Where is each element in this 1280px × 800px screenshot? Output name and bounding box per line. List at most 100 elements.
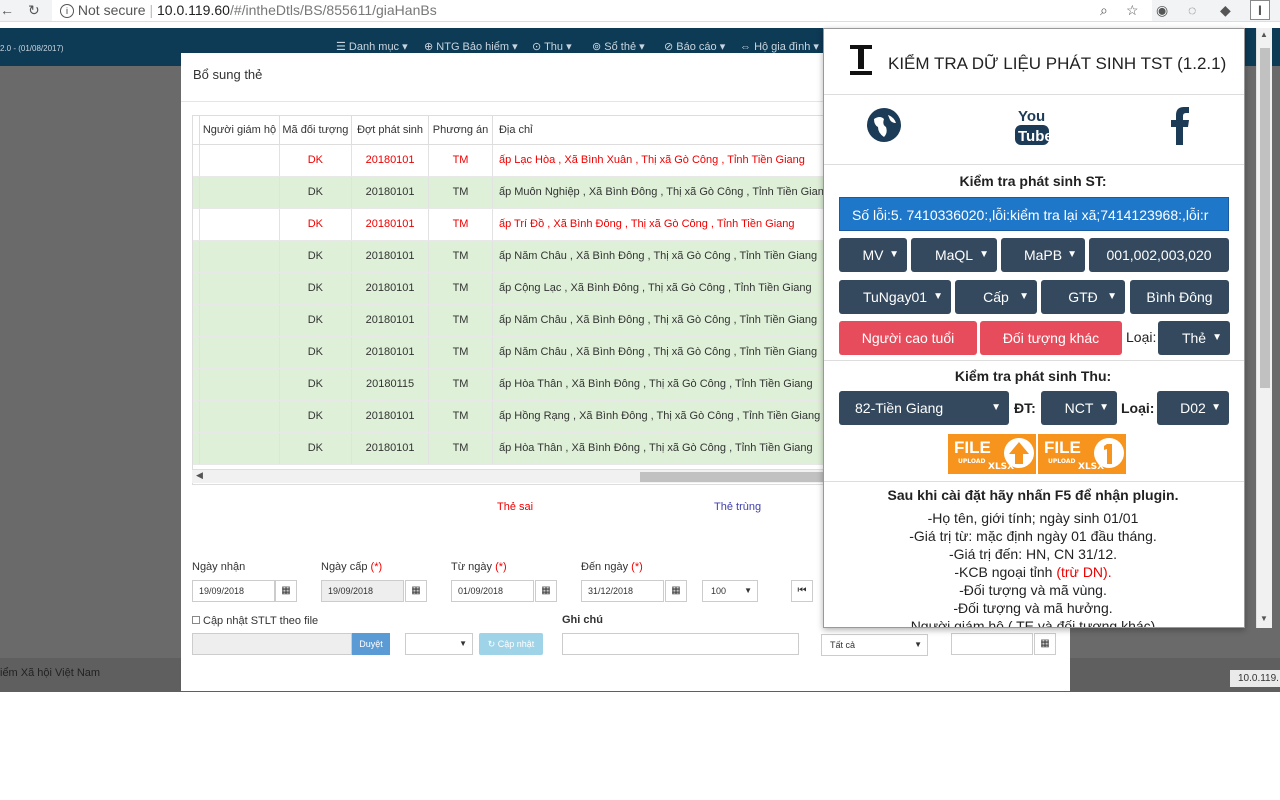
- maql-select[interactable]: MaQL ▼: [911, 238, 997, 272]
- province-select[interactable]: 82-Tiền Giang ▼: [839, 391, 1009, 425]
- gutter: [193, 144, 201, 177]
- gutter: [193, 336, 201, 369]
- mapb-select[interactable]: MaPB ▼: [1001, 238, 1085, 272]
- table-row[interactable]: DK 20180115 TM ấp Hòa Thân , Xã Bình Đông ,…: [193, 368, 831, 401]
- cell-object-code: DK: [279, 176, 353, 209]
- col-batch[interactable]: Đợt phát sinh: [351, 116, 430, 145]
- receive-date-input[interactable]: 19/09/2018: [192, 580, 275, 602]
- table-row[interactable]: DK 20180101 TM ấp Lạc Hòa , Xã Bình Xuân , …: [193, 144, 831, 177]
- first-page-icon[interactable]: ⏮: [791, 580, 813, 602]
- issue-date-label: Ngày cấp (*): [321, 561, 383, 573]
- col-object-code[interactable]: Mã đối tượng: [279, 116, 353, 145]
- filter-date-calendar-icon[interactable]: ▦: [1034, 633, 1056, 655]
- menu-thu[interactable]: ⊙ Thu ▾: [532, 40, 572, 53]
- modal-title: Bổ sung thẻ: [193, 67, 263, 82]
- type-select[interactable]: Thẻ ▼: [1158, 321, 1230, 355]
- type2-select[interactable]: D02 ▼: [1157, 391, 1229, 425]
- note-label: Ghi chú: [562, 614, 603, 626]
- to-date-input[interactable]: 31/12/2018: [581, 580, 664, 602]
- dt-select[interactable]: NCT ▼: [1041, 391, 1117, 425]
- table-row[interactable]: DK 20180101 TM ấp Cộng Lạc , Xã Bình Đông ,…: [193, 272, 831, 305]
- table-row[interactable]: DK 20180101 TM ấp Năm Châu , Xã Bình Đông ,…: [193, 336, 831, 369]
- table-row[interactable]: DK 20180101 TM ấp Hồng Rạng , Xã Bình Đông …: [193, 400, 831, 433]
- menu-ho-gia-dinh[interactable]: ⇔ Hộ gia đình ▾: [740, 40, 819, 53]
- menu-ntg-bao-hiem[interactable]: ⊕ NTG Bảo hiểm ▾: [424, 40, 518, 53]
- table-row[interactable]: DK 20180101 TM ấp Hòa Thân , Xã Bình Đông ,…: [193, 432, 831, 465]
- cell-object-code: DK: [279, 208, 353, 241]
- info-icon[interactable]: i: [60, 4, 74, 19]
- plugin-scroll-thumb[interactable]: [1260, 48, 1270, 388]
- plugin-scrollbar[interactable]: ▲ ▼: [1256, 28, 1272, 628]
- gutter: [193, 272, 201, 305]
- update-type-select[interactable]: ▼: [405, 633, 473, 655]
- extension-drop-icon[interactable]: ◆: [1220, 2, 1231, 19]
- elderly-button[interactable]: Người cao tuổi: [839, 321, 977, 355]
- cell-batch: 20180101: [351, 272, 430, 305]
- browse-button[interactable]: Duyệt: [352, 633, 390, 655]
- extension-globe-icon[interactable]: ◉: [1156, 2, 1168, 19]
- gtd-select[interactable]: GTĐ ▼: [1041, 280, 1125, 314]
- filter-select[interactable]: Tất cả ▼: [821, 634, 928, 656]
- note-input[interactable]: [562, 633, 799, 655]
- cell-guardian: [199, 336, 280, 369]
- table-header-gutter: [193, 116, 201, 145]
- extension-shield-icon[interactable]: ◌: [1188, 2, 1196, 18]
- tst-extension-icon[interactable]: I: [1250, 0, 1270, 20]
- from-date-select[interactable]: TuNgay01 ▼: [839, 280, 951, 314]
- bookmark-star-icon[interactable]: ☆: [1126, 2, 1139, 19]
- info-line-7: Người giám hộ ( TE và đối tượng khác): [910, 618, 1156, 628]
- plugin-divider: [824, 360, 1244, 361]
- gutter: [193, 176, 201, 209]
- table-row[interactable]: DK 20180101 TM ấp Muôn Nghiệp , Xã Bình Đôn…: [193, 176, 831, 209]
- scroll-thumb[interactable]: [640, 472, 832, 482]
- col-address[interactable]: Địa chỉ: [492, 116, 831, 145]
- cell-address: ấp Năm Châu , Xã Bình Đông , Thị xã Gò C…: [492, 304, 831, 337]
- from-date-calendar-icon[interactable]: ▦: [535, 580, 557, 602]
- st-section-title: Kiểm tra phát sinh ST:: [959, 173, 1107, 189]
- other-object-button[interactable]: Đối tượng khác: [980, 321, 1122, 355]
- commune-input[interactable]: Bình Đông: [1130, 280, 1229, 314]
- address-bar[interactable]: i Not secure | 10.0.119.60/#/intheDtls/B…: [52, 0, 1152, 21]
- receive-date-calendar-icon[interactable]: ▦: [275, 580, 297, 602]
- scroll-up-icon[interactable]: ▲: [1260, 30, 1268, 39]
- zoom-icon[interactable]: ⌕: [1100, 2, 1108, 19]
- cell-batch: 20180101: [351, 144, 430, 177]
- mv-select[interactable]: MV ▼: [839, 238, 907, 272]
- upload-file-button-1[interactable]: FILE UPLOAD XLSX: [948, 434, 1036, 474]
- col-guardian[interactable]: Người giám hộ: [199, 116, 280, 145]
- table-header-row: Người giám hộ Mã đối tượng Đợt phát sinh…: [193, 116, 831, 145]
- level-select[interactable]: Cấp ▼: [955, 280, 1037, 314]
- from-date-input[interactable]: 01/09/2018: [451, 580, 534, 602]
- update-button[interactable]: ↻ Cập nhật: [479, 633, 543, 655]
- menu-danh-muc[interactable]: ☰ Danh mục ▾: [336, 40, 408, 53]
- globe-icon[interactable]: [866, 107, 902, 143]
- facebook-icon[interactable]: [1170, 107, 1190, 145]
- cell-batch: 20180101: [351, 336, 430, 369]
- update-by-file-checkbox-label[interactable]: Cập nhật STLT theo file: [192, 615, 318, 627]
- youtube-icon[interactable]: You Tube: [1014, 105, 1050, 147]
- info-line-4: -KCB ngoại tỉnh (trừ DN).: [954, 564, 1112, 580]
- scroll-left-icon[interactable]: ◀: [196, 470, 203, 481]
- code-list-input[interactable]: 001,002,003,020: [1089, 238, 1229, 272]
- plugin-title: KIỂM TRA DỮ LIỆU PHÁT SINH TST (1.2.1): [888, 54, 1227, 73]
- upload-file-button-2[interactable]: FILE UPLOAD XLSX: [1038, 434, 1126, 474]
- page-size-select[interactable]: 100 ▼: [702, 580, 758, 602]
- menu-so-the[interactable]: ⊚ Sổ thẻ ▾: [592, 40, 645, 53]
- col-plan[interactable]: Phương án: [428, 116, 493, 145]
- table-row[interactable]: DK 20180101 TM ấp Năm Châu , Xã Bình Đông ,…: [193, 304, 831, 337]
- filter-date-input[interactable]: [951, 633, 1033, 655]
- scroll-down-icon[interactable]: ▼: [1260, 614, 1268, 623]
- table-horizontal-scrollbar[interactable]: ◀: [192, 469, 832, 483]
- issue-date-calendar-icon[interactable]: ▦: [405, 580, 427, 602]
- cell-address: ấp Năm Châu , Xã Bình Đông , Thị xã Gò C…: [492, 240, 831, 273]
- error-result-input[interactable]: Số lỗi:5. 7410336020:,lỗi:kiểm tra lại x…: [839, 197, 1229, 231]
- menu-bao-cao[interactable]: ⊘ Báo cáo ▾: [664, 40, 725, 53]
- cell-address: ấp Hòa Thân , Xã Bình Đông , Thị xã Gò C…: [492, 432, 831, 465]
- table-row[interactable]: DK 20180101 TM ấp Năm Châu , Xã Bình Đông ,…: [193, 240, 831, 273]
- from-date-label: Từ ngày (*): [451, 561, 507, 573]
- to-date-calendar-icon[interactable]: ▦: [665, 580, 687, 602]
- cell-guardian: [199, 400, 280, 433]
- back-icon[interactable]: ←: [0, 2, 14, 18]
- table-row[interactable]: DK 20180101 TM ấp Trí Đồ , Xã Bình Đông , T…: [193, 208, 831, 241]
- reload-icon[interactable]: ↻: [28, 2, 40, 19]
